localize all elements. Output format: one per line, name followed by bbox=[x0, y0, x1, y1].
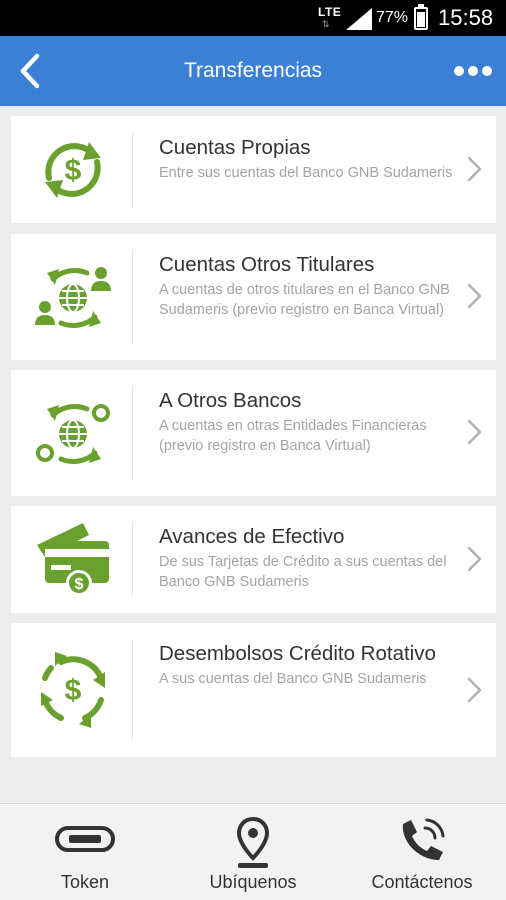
tab-contactenos[interactable]: Contáctenos bbox=[356, 804, 488, 900]
globe-users-transfer-icon bbox=[35, 267, 111, 328]
chevron-right-icon bbox=[467, 546, 482, 572]
svg-text:$: $ bbox=[65, 674, 82, 707]
more-options-button[interactable] bbox=[450, 56, 496, 86]
chevron-right-icon bbox=[467, 677, 482, 703]
page-title: Transferencias bbox=[183, 59, 323, 82]
option-title: Cuentas Otros Titulares bbox=[159, 253, 375, 276]
divider bbox=[132, 250, 133, 344]
phone-icon bbox=[402, 818, 445, 860]
chevron-right-icon bbox=[467, 419, 482, 445]
globe-banks-transfer-icon bbox=[36, 404, 110, 464]
chevron-right-icon bbox=[467, 283, 482, 309]
status-bar: LTE ⇅ 77% 15:58 bbox=[0, 0, 506, 36]
divider bbox=[132, 639, 133, 741]
tab-ubiquenos[interactable]: Ubíquenos bbox=[188, 804, 318, 900]
battery-percent: 77% bbox=[376, 9, 409, 26]
network-type: LTE bbox=[318, 5, 342, 19]
battery-icon bbox=[414, 4, 428, 30]
option-subtitle: A cuentas en otras Entidades Financieras… bbox=[159, 418, 427, 454]
option-avances-de-efectivo[interactable]: $ Avances de Efectivo De sus Tarjetas de… bbox=[11, 506, 496, 613]
svg-text:$: $ bbox=[75, 576, 84, 593]
divider bbox=[132, 132, 133, 207]
bottom-tab-bar: Token Ubíquenos Contáctenos bbox=[0, 803, 506, 900]
token-icon bbox=[55, 826, 115, 852]
tab-label: Ubíquenos bbox=[209, 872, 297, 892]
tab-token[interactable]: Token bbox=[20, 804, 150, 900]
tab-label: Token bbox=[60, 872, 110, 892]
option-subtitle: De sus Tarjetas de Crédito a sus cuentas… bbox=[159, 554, 447, 590]
svg-text:$: $ bbox=[65, 154, 82, 187]
option-desembolsos-credito-rotativo[interactable]: $ Desembolsos Crédito Rotativo A sus cue… bbox=[11, 623, 496, 757]
more-dots-icon bbox=[454, 66, 492, 76]
option-title: Desembolsos Crédito Rotativo bbox=[159, 642, 436, 665]
option-title: Cuentas Propias bbox=[159, 136, 311, 159]
app-bar: Transferencias bbox=[0, 36, 506, 106]
divider bbox=[132, 522, 133, 597]
divider bbox=[132, 386, 133, 480]
option-subtitle: A cuentas de otros titulares en el Banco… bbox=[159, 282, 450, 318]
option-subtitle: A sus cuentas del Banco GNB Sudameris bbox=[159, 671, 427, 687]
credit-card-dollar-icon: $ bbox=[37, 523, 109, 596]
option-title: A Otros Bancos bbox=[159, 389, 302, 412]
option-title: Avances de Efectivo bbox=[159, 525, 345, 548]
data-activity-icon: ⇅ bbox=[322, 19, 330, 29]
clock: 15:58 bbox=[438, 5, 494, 30]
location-pin-icon bbox=[236, 816, 270, 868]
tab-label: Contáctenos bbox=[371, 872, 473, 892]
signal-icon bbox=[346, 8, 372, 30]
option-cuentas-otros-titulares[interactable]: Cuentas Otros Titulares A cuentas de otr… bbox=[11, 234, 496, 360]
option-subtitle: Entre sus cuentas del Banco GNB Sudameri… bbox=[159, 165, 453, 181]
option-cuentas-propias[interactable]: $ Cuentas Propias Entre sus cuentas del … bbox=[11, 116, 496, 223]
chevron-right-icon bbox=[467, 156, 482, 182]
dollar-cycle-icon: $ bbox=[45, 142, 101, 198]
option-a-otros-bancos[interactable]: A Otros Bancos A cuentas en otras Entida… bbox=[11, 370, 496, 496]
dollar-rotate-icon: $ bbox=[41, 652, 105, 728]
